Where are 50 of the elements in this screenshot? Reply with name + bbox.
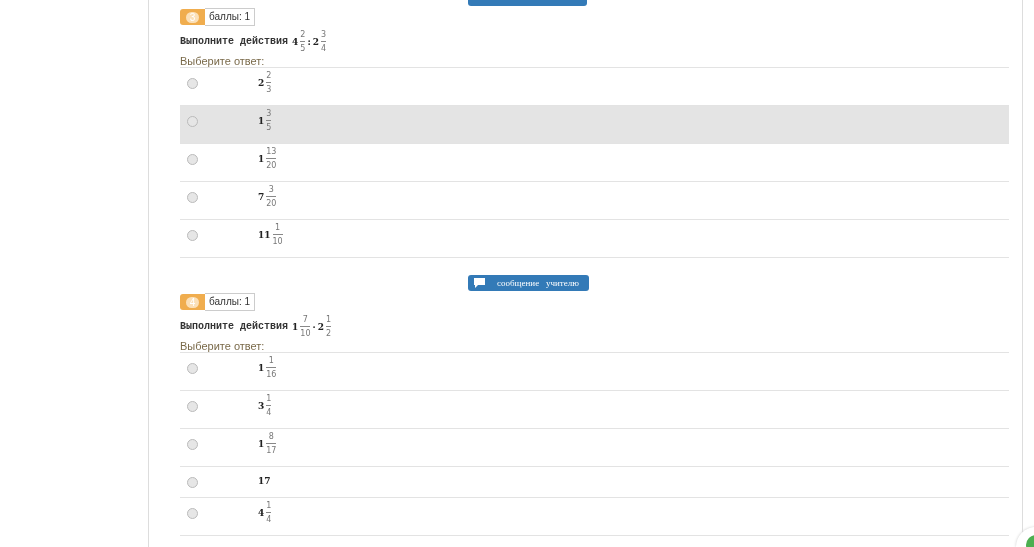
operator: : bbox=[307, 36, 311, 47]
question-number-badge: 4 bbox=[180, 294, 205, 310]
radio-button[interactable] bbox=[187, 401, 198, 412]
radio-button[interactable] bbox=[187, 363, 198, 374]
fraction: 13 20 bbox=[266, 146, 277, 171]
fraction: 1 2 bbox=[325, 314, 331, 339]
whole-number: 1 bbox=[258, 153, 265, 164]
radio-button[interactable] bbox=[187, 230, 198, 241]
whole-number: 2 bbox=[317, 321, 324, 332]
whole-number: 3 bbox=[258, 400, 265, 411]
fraction: 1 16 bbox=[266, 355, 277, 380]
fraction: 1 10 bbox=[272, 222, 283, 247]
question-text: Выполните действия bbox=[180, 36, 289, 47]
whole-number: 2 bbox=[312, 36, 319, 47]
whole-number: 2 bbox=[258, 77, 265, 88]
whole-number: 1 bbox=[292, 321, 299, 332]
points-label: баллы: 1 bbox=[205, 293, 256, 311]
fraction: 3 4 bbox=[321, 29, 327, 54]
chat-icon bbox=[474, 278, 485, 288]
radio-button[interactable] bbox=[187, 477, 198, 488]
points-label: баллы: 1 bbox=[205, 8, 256, 26]
fraction: 8 17 bbox=[266, 431, 277, 456]
whole-number: 1 bbox=[258, 115, 265, 126]
radio-button[interactable] bbox=[187, 439, 198, 450]
fraction: 3 20 bbox=[266, 184, 277, 209]
radio-button[interactable] bbox=[187, 508, 198, 519]
whole-number: 1 bbox=[258, 362, 265, 373]
answer-label: Выберите ответ: bbox=[180, 340, 266, 352]
message-teacher-button[interactable]: сообщение учителю bbox=[468, 275, 589, 291]
message-button[interactable] bbox=[468, 0, 587, 6]
radio-button[interactable] bbox=[187, 78, 198, 89]
fraction: 2 5 bbox=[300, 29, 306, 54]
radio-button[interactable] bbox=[187, 192, 198, 203]
fraction: 1 4 bbox=[266, 393, 272, 418]
radio-button[interactable] bbox=[187, 116, 198, 127]
fraction: 3 5 bbox=[266, 108, 272, 133]
whole-number: 7 bbox=[258, 191, 265, 202]
whole-number: 4 bbox=[292, 36, 299, 47]
fraction: 1 4 bbox=[266, 500, 272, 525]
whole-number: 17 bbox=[258, 476, 271, 486]
question-number-badge: 3 bbox=[180, 9, 205, 25]
answer-label: Выберите ответ: bbox=[180, 55, 266, 67]
whole-number: 4 bbox=[258, 507, 265, 518]
fraction: 2 3 bbox=[266, 70, 272, 95]
whole-number: 1 bbox=[258, 438, 265, 449]
radio-button[interactable] bbox=[187, 154, 198, 165]
question-text: Выполните действия bbox=[180, 321, 289, 332]
whole-number: 11 bbox=[258, 229, 271, 240]
operator: · bbox=[312, 321, 316, 332]
fraction: 7 10 bbox=[300, 314, 311, 339]
